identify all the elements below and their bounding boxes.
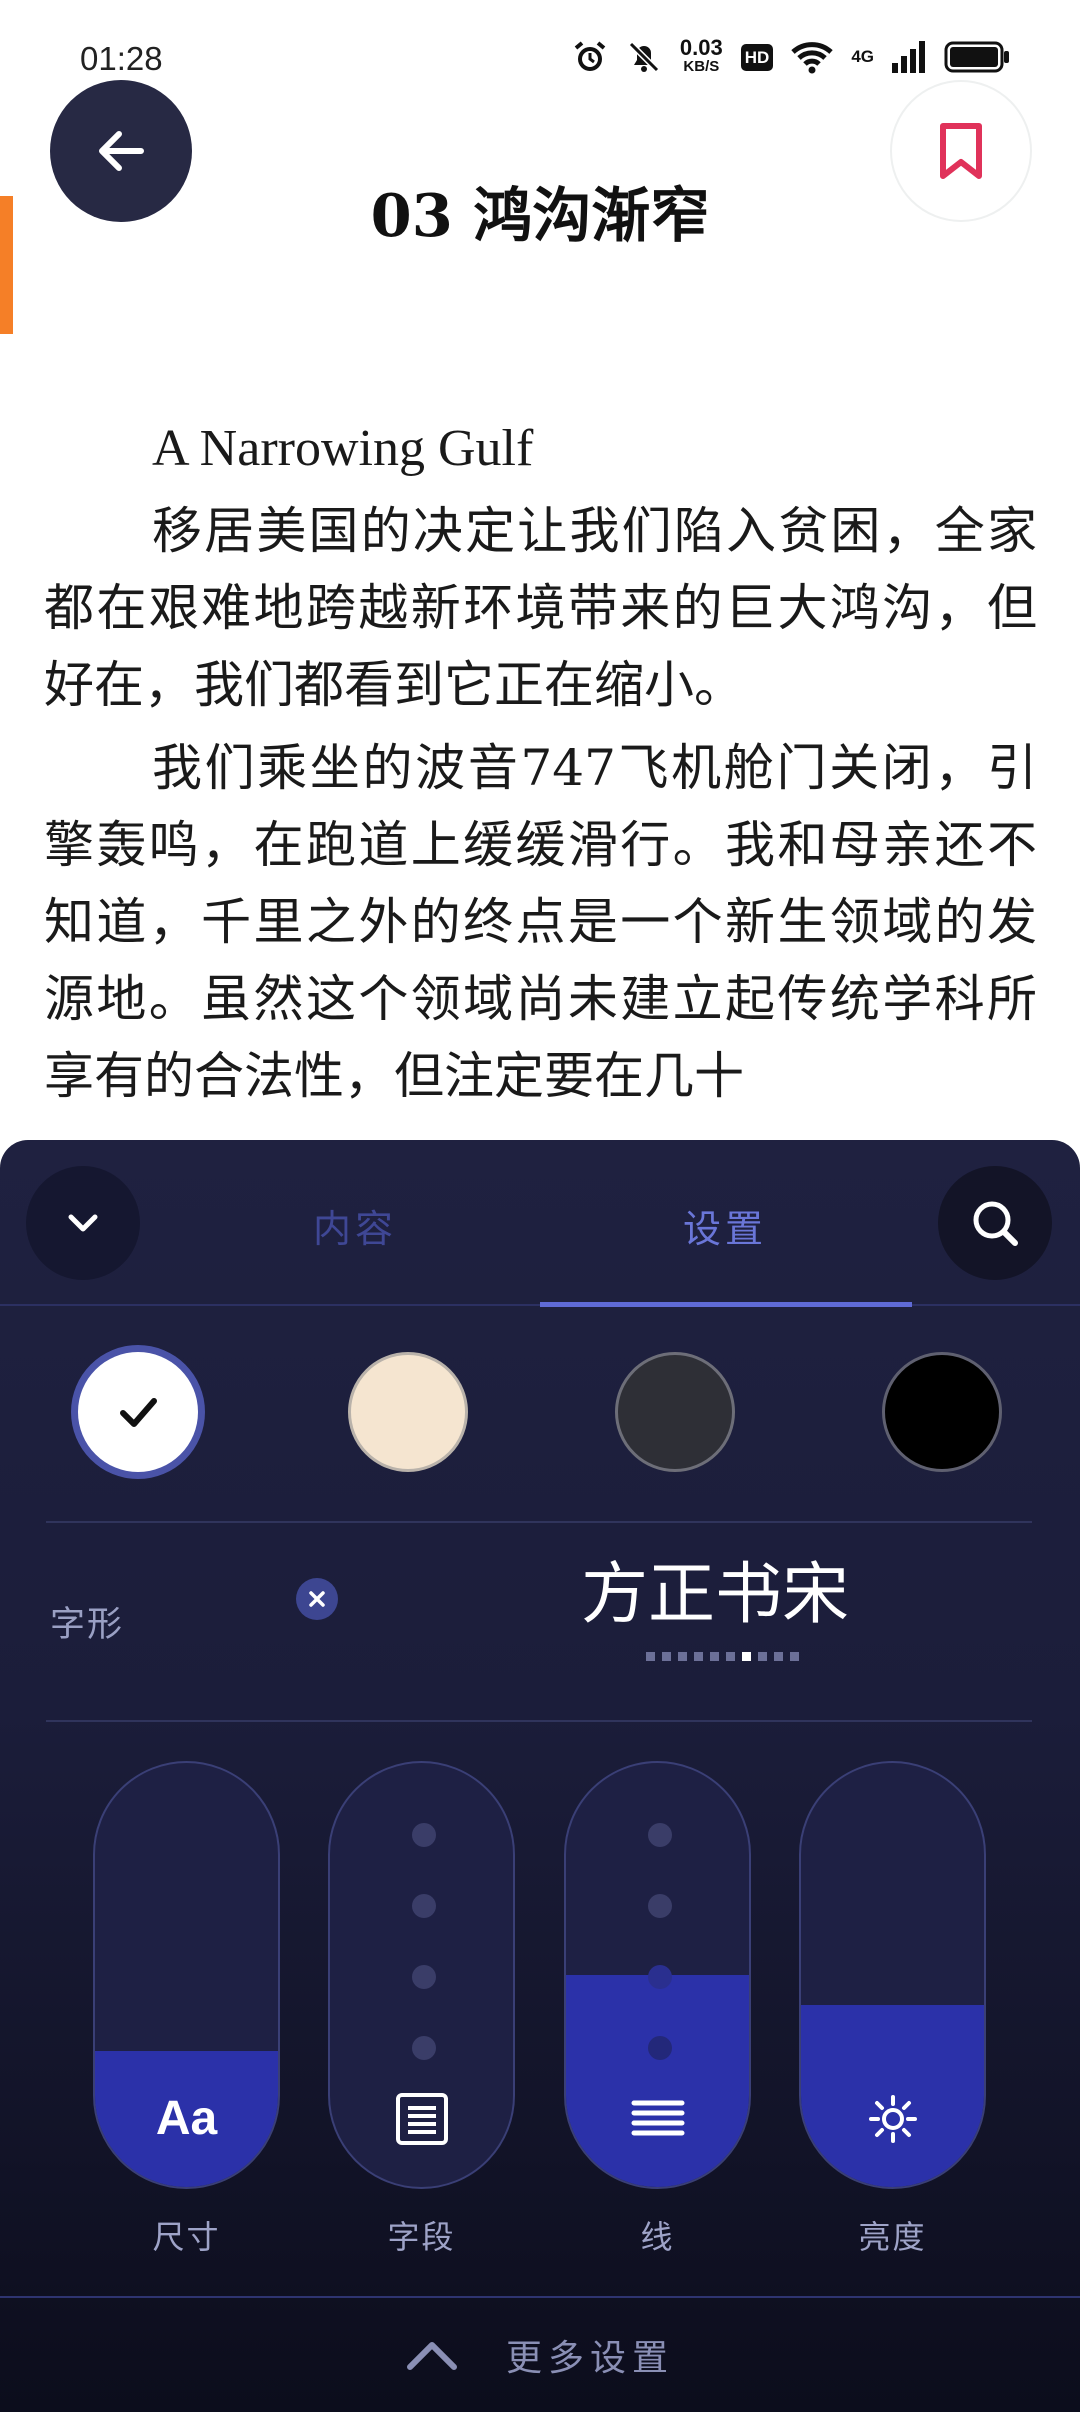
line-spacing-icon bbox=[631, 2100, 684, 2136]
slider-step bbox=[412, 1894, 436, 1918]
page-dot bbox=[710, 1652, 719, 1661]
brightness-caption: 亮度 bbox=[858, 2218, 927, 2256]
slider-step bbox=[648, 1823, 672, 1847]
panel-header: 内容 设置 bbox=[0, 1140, 1080, 1307]
search-icon bbox=[973, 1201, 1018, 1246]
line-spacing-caption: 线 bbox=[640, 2218, 675, 2256]
paragraph: A Narrowing Gulf bbox=[152, 420, 534, 477]
active-tab-indicator bbox=[540, 1302, 912, 1307]
brightness-slider[interactable] bbox=[799, 1761, 986, 2189]
network-type: 4G bbox=[851, 47, 874, 66]
page-dot bbox=[758, 1652, 767, 1661]
paragraph: 移居美国的决定让我们陷入贫困，全家都在艰难地跨越新环境带来的巨大鸿沟，但好在，我… bbox=[44, 502, 1037, 714]
collapse-button[interactable] bbox=[26, 1166, 140, 1280]
chevron-up-icon bbox=[406, 2342, 457, 2370]
signal-icon bbox=[892, 41, 925, 73]
font-size-icon: Aa bbox=[155, 2092, 218, 2145]
status-time: 01:28 bbox=[80, 40, 163, 77]
font-size-caption: 尺寸 bbox=[152, 2218, 221, 2256]
page-dot bbox=[678, 1652, 687, 1661]
font-page-indicator bbox=[646, 1652, 799, 1661]
slider-step bbox=[648, 2036, 672, 2060]
paragraph-spacing-slider[interactable] bbox=[328, 1761, 515, 2189]
network-speed-unit: KB/S bbox=[683, 58, 720, 75]
paragraph: 我们乘坐的波音747飞机舱门关闭，引擎轰鸣，在跑道上缓缓滑行。我和母亲还不知道，… bbox=[44, 739, 1037, 1105]
slider-step bbox=[648, 1894, 672, 1918]
page-dot bbox=[694, 1652, 703, 1661]
font-selector[interactable]: 方正书宋 bbox=[560, 1540, 870, 1637]
page-dot bbox=[662, 1652, 671, 1661]
status-bar: 01:28 0.03 KB/S HD 4G bbox=[0, 0, 1080, 90]
status-icons: 0.03 KB/S HD 4G bbox=[572, 37, 1010, 76]
theme-swatch-black[interactable] bbox=[882, 1352, 1002, 1472]
theme-swatch-white[interactable] bbox=[78, 1352, 198, 1472]
battery-icon bbox=[944, 41, 1009, 73]
font-label: 字形 bbox=[50, 1605, 125, 1645]
brightness-icon bbox=[868, 2095, 917, 2143]
page-dot bbox=[774, 1652, 783, 1661]
checkmark-icon bbox=[120, 1398, 157, 1427]
paragraph-caption: 字段 bbox=[387, 2218, 456, 2256]
hd-badge: HD bbox=[740, 43, 774, 71]
divider bbox=[46, 1521, 1032, 1523]
page-dot bbox=[726, 1652, 735, 1661]
font-size-slider[interactable]: Aa bbox=[93, 1761, 280, 2189]
theme-swatch-cream[interactable] bbox=[348, 1352, 468, 1472]
search-button[interactable] bbox=[938, 1166, 1052, 1280]
slider-fill bbox=[566, 1975, 749, 2187]
close-icon bbox=[309, 1591, 325, 1607]
alarm-icon bbox=[574, 41, 606, 71]
font-reset-button[interactable] bbox=[296, 1578, 338, 1620]
tab-content[interactable]: 内容 bbox=[170, 1198, 540, 1306]
reader-body[interactable]: A Narrowing Gulf 移居美国的决定让我们陷入贫困，全家都在艰难地跨… bbox=[44, 410, 1037, 1121]
line-spacing-slider[interactable] bbox=[564, 1761, 751, 2189]
page-dot bbox=[646, 1652, 655, 1661]
slider-step bbox=[648, 1965, 672, 1989]
page-dot bbox=[790, 1652, 799, 1661]
paragraph-icon bbox=[395, 2093, 448, 2145]
more-settings-button[interactable]: 更多设置 bbox=[0, 2296, 1080, 2412]
more-settings-label: 更多设置 bbox=[505, 2338, 674, 2379]
network-speed: 0.03 KB/S bbox=[680, 37, 723, 76]
page-dot-active bbox=[742, 1652, 751, 1661]
chevron-down-icon bbox=[68, 1214, 98, 1232]
theme-swatch-gray[interactable] bbox=[615, 1352, 735, 1472]
divider bbox=[46, 1720, 1032, 1722]
slider-step bbox=[412, 2036, 436, 2060]
mute-icon bbox=[628, 41, 660, 73]
slider-step bbox=[412, 1965, 436, 1989]
tab-settings[interactable]: 设置 bbox=[540, 1198, 910, 1306]
wifi-icon bbox=[791, 42, 834, 74]
chapter-title: 03 鸿沟渐窄 bbox=[370, 181, 710, 250]
slider-step bbox=[412, 1823, 436, 1847]
